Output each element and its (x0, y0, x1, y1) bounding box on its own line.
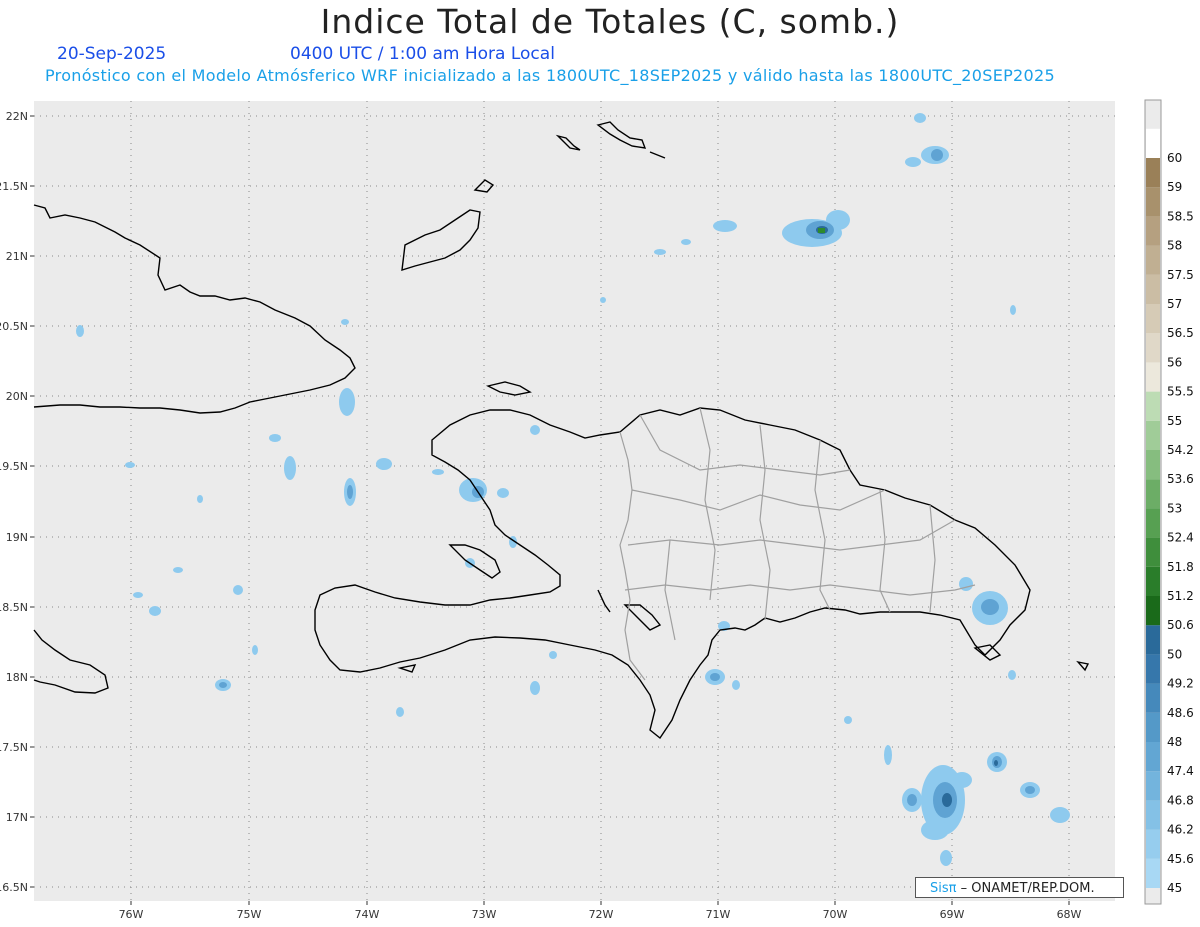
lon-label: 75W (237, 908, 262, 921)
lat-label: 17N (6, 811, 28, 824)
colorbar-label: 59 (1167, 180, 1182, 194)
colorbar-label: 47.4 (1167, 764, 1194, 778)
colorbar-label: 45 (1167, 881, 1182, 895)
colorbar-label: 49.2 (1167, 677, 1194, 691)
credit-brand: Sisπ (930, 881, 957, 896)
lon-label: 74W (355, 908, 380, 921)
lon-label: 68W (1057, 908, 1082, 921)
colorbar-label: 58 (1167, 239, 1182, 253)
colorbar-label: 46.8 (1167, 793, 1194, 807)
lat-label: 18N (6, 671, 28, 684)
colorbar-label: 58.5 (1167, 209, 1194, 223)
map-svg: 22N 21.5N 21N 20.5N 20N 19.5N 19N 18.5N … (0, 99, 1194, 921)
colorbar-swatch (1146, 158, 1160, 188)
colorbar-label: 52.4 (1167, 531, 1194, 545)
colorbar-swatch (1146, 420, 1160, 450)
colorbar-swatch (1146, 596, 1160, 626)
colorbar-label: 54.2 (1167, 443, 1194, 457)
lat-label: 21N (6, 250, 28, 263)
colorbar-swatch (1146, 391, 1160, 421)
lat-label: 20.5N (0, 320, 28, 333)
colorbar-swatch (1146, 128, 1160, 158)
colorbar-swatch (1146, 187, 1160, 217)
lon-label: 76W (119, 908, 144, 921)
lat-label: 18.5N (0, 601, 28, 614)
credit-text: – ONAMET/REP.DOM. (960, 881, 1095, 896)
colorbar-label: 48.6 (1167, 706, 1194, 720)
colorbar-swatch (1146, 362, 1160, 392)
lat-label: 19.5N (0, 460, 28, 473)
colorbar-swatch (1146, 742, 1160, 772)
colorbar-swatch (1146, 537, 1160, 567)
colorbar: 45 45.6 46.2 46.8 47.4 48 48.6 49.2 50 50.6 51.2 51… (1146, 128, 1194, 895)
colorbar-swatch (1146, 304, 1160, 334)
colorbar-swatch (1146, 245, 1160, 275)
colorbar-swatch (1146, 712, 1160, 742)
colorbar-swatch (1146, 274, 1160, 304)
colorbar-swatch (1146, 829, 1160, 859)
colorbar-label: 60 (1167, 151, 1182, 165)
lon-label: 72W (589, 908, 614, 921)
colorbar-label: 53.6 (1167, 472, 1194, 486)
colorbar-label: 50.6 (1167, 618, 1194, 632)
colorbar-label: 48 (1167, 735, 1182, 749)
credit-box: Sisπ – ONAMET/REP.DOM. (915, 877, 1124, 898)
lat-label: 22N (6, 110, 28, 123)
colorbar-label: 55.5 (1167, 385, 1194, 399)
colorbar-swatch (1146, 508, 1160, 538)
colorbar-label: 56 (1167, 355, 1182, 369)
colorbar-label: 50 (1167, 647, 1182, 661)
colorbar-swatch (1146, 683, 1160, 713)
colorbar-swatch (1146, 625, 1160, 655)
colorbar-swatch (1146, 450, 1160, 480)
lat-label: 20N (6, 390, 28, 403)
colorbar-swatch (1146, 566, 1160, 596)
colorbar-swatch (1146, 858, 1160, 888)
colorbar-swatch (1146, 771, 1160, 801)
colorbar-label: 56.5 (1167, 326, 1194, 340)
lon-label: 69W (940, 908, 965, 921)
lat-labels: 22N 21.5N 21N 20.5N 20N 19.5N 19N 18.5N … (0, 110, 34, 894)
lon-label: 73W (472, 908, 497, 921)
colorbar-label: 57.5 (1167, 268, 1194, 282)
colorbar-swatch (1146, 654, 1160, 684)
lon-label: 71W (706, 908, 731, 921)
colorbar-label: 53 (1167, 501, 1182, 515)
colorbar-label: 55 (1167, 414, 1182, 428)
lat-label: 21.5N (0, 180, 28, 193)
colorbar-label: 51.8 (1167, 560, 1194, 574)
lat-label: 19N (6, 531, 28, 544)
colorbar-label: 51.2 (1167, 589, 1194, 603)
colorbar-swatch (1146, 333, 1160, 363)
colorbar-label: 45.6 (1167, 852, 1194, 866)
lat-label: 17.5N (0, 741, 28, 754)
colorbar-swatch (1146, 479, 1160, 509)
colorbar-label: 46.2 (1167, 823, 1194, 837)
lon-label: 70W (823, 908, 848, 921)
colorbar-swatch (1146, 216, 1160, 246)
lon-labels: 76W 75W 74W 73W 72W 71W 70W 69W 68W (119, 901, 1082, 921)
colorbar-swatch (1146, 800, 1160, 830)
colorbar-label: 57 (1167, 297, 1182, 311)
lat-label: 16.5N (0, 881, 28, 894)
